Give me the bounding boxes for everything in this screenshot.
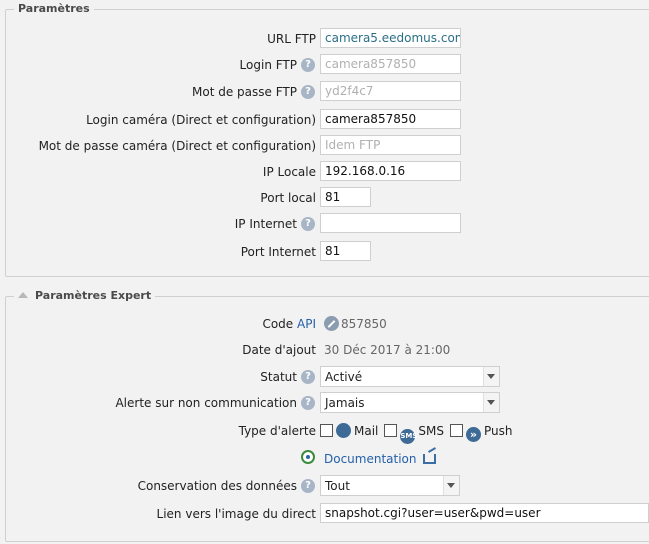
mdp-camera-row: Mot de passe caméra (Direct et configura… (0, 135, 649, 157)
login-camera-label: Login caméra (Direct et configuration) (86, 113, 316, 127)
help-icon[interactable]: ? (301, 85, 315, 99)
mdp-camera-input[interactable]: Idem FTP (320, 135, 461, 155)
ip-locale-row: IP Locale 192.168.0.16 (0, 161, 649, 183)
mail-label: Mail (354, 424, 379, 438)
port-internet-label: Port Internet (240, 245, 316, 259)
alerte-value: Jamais (325, 396, 365, 410)
sms-label: SMS (418, 424, 444, 438)
lien-image-row: Lien vers l'image du direct snapshot.cgi… (0, 503, 649, 525)
chevron-down-icon[interactable] (443, 476, 459, 495)
mdp-camera-label: Mot de passe caméra (Direct et configura… (38, 139, 316, 153)
url-ftp-label: URL FTP (267, 32, 316, 46)
code-value-wrap: 857850 (324, 316, 387, 331)
push-checkbox[interactable] (449, 424, 463, 437)
conservation-select[interactable]: Tout (320, 475, 460, 496)
login-camera-input[interactable]: camera857850 (320, 109, 461, 129)
documentation-row: Documentation (0, 449, 649, 471)
ip-internet-row: IP Internet ? (0, 213, 649, 235)
port-local-label: Port local (260, 191, 316, 205)
mail-checkbox[interactable] (320, 424, 333, 437)
mail-icon (336, 423, 351, 438)
port-local-input[interactable]: 81 (320, 187, 371, 207)
port-internet-row: Port Internet 81 (0, 241, 649, 263)
sms-icon: SMS (400, 429, 417, 444)
api-link[interactable]: API (297, 317, 316, 331)
parametres-legend: Paramètres (14, 2, 94, 15)
conservation-label: Conservation des données (137, 479, 297, 493)
date-ajout-row: Date d'ajout 30 Déc 2017 à 21:00 (0, 339, 649, 361)
help-icon[interactable]: ? (301, 58, 315, 72)
documentation-link-wrap[interactable]: Documentation (324, 452, 436, 466)
documentation-icon (301, 450, 315, 464)
date-ajout-label: Date d'ajout (242, 343, 316, 357)
alerte-label: Alerte sur non communication (115, 396, 297, 410)
type-alerte-row: Type d'alerte Mail SMSSMS » Push (0, 420, 649, 444)
statut-row: Statut ? Activé (0, 366, 649, 388)
expert-legend-label: Paramètres Expert (35, 289, 152, 302)
help-icon[interactable]: ? (301, 479, 315, 493)
expert-legend[interactable]: Paramètres Expert (14, 289, 156, 302)
url-ftp-row: URL FTP camera5.eedomus.com (0, 28, 649, 50)
ip-internet-label: IP Internet (234, 217, 297, 231)
mdp-ftp-row: Mot de passe FTP ? yd2f4c7 (0, 81, 649, 103)
key-icon (324, 316, 339, 331)
ip-locale-input[interactable]: 192.168.0.16 (320, 161, 461, 181)
login-ftp-input[interactable]: camera857850 (320, 54, 461, 74)
port-internet-input[interactable]: 81 (320, 241, 371, 261)
alerte-row: Alerte sur non communication ? Jamais (0, 392, 649, 414)
statut-value: Activé (325, 370, 363, 384)
code-value: 857850 (341, 317, 387, 331)
login-camera-row: Login caméra (Direct et configuration) c… (0, 109, 649, 131)
code-row: Code API 857850 (0, 313, 649, 335)
help-icon[interactable]: ? (301, 370, 315, 384)
port-local-row: Port local 81 (0, 187, 649, 209)
lien-image-label: Lien vers l'image du direct (156, 507, 316, 521)
ip-locale-label: IP Locale (262, 165, 316, 179)
lien-image-input[interactable]: snapshot.cgi?user=user&pwd=user (320, 503, 649, 523)
conservation-row: Conservation des données ? Tout (0, 475, 649, 497)
chevron-down-icon[interactable] (483, 393, 499, 412)
url-ftp-input[interactable]: camera5.eedomus.com (320, 28, 461, 48)
code-label-wrap: Code API (262, 317, 316, 331)
code-label: Code (262, 317, 294, 331)
type-alerte-options: Mail SMSSMS » Push (320, 423, 518, 444)
alerte-select[interactable]: Jamais (320, 392, 500, 413)
login-ftp-label: Login FTP (239, 58, 297, 72)
push-icon: » (465, 427, 481, 442)
collapse-triangle-icon[interactable] (18, 292, 28, 298)
login-ftp-row: Login FTP ? camera857850 (0, 54, 649, 76)
documentation-link[interactable]: Documentation (324, 452, 417, 466)
conservation-value: Tout (325, 479, 350, 493)
help-icon[interactable]: ? (301, 396, 315, 410)
statut-select[interactable]: Activé (320, 366, 500, 387)
statut-label: Statut (260, 370, 297, 384)
push-label: Push (483, 424, 513, 438)
mdp-ftp-label: Mot de passe FTP (192, 85, 297, 99)
type-alerte-label: Type d'alerte (238, 424, 316, 438)
mdp-ftp-input[interactable]: yd2f4c7 (320, 81, 461, 101)
ip-internet-input[interactable] (320, 213, 461, 233)
chevron-down-icon[interactable] (483, 367, 499, 386)
sms-checkbox[interactable] (384, 424, 398, 437)
help-icon[interactable]: ? (301, 217, 315, 231)
external-link-icon[interactable] (422, 454, 436, 464)
date-ajout-value: 30 Déc 2017 à 21:00 (324, 343, 451, 357)
